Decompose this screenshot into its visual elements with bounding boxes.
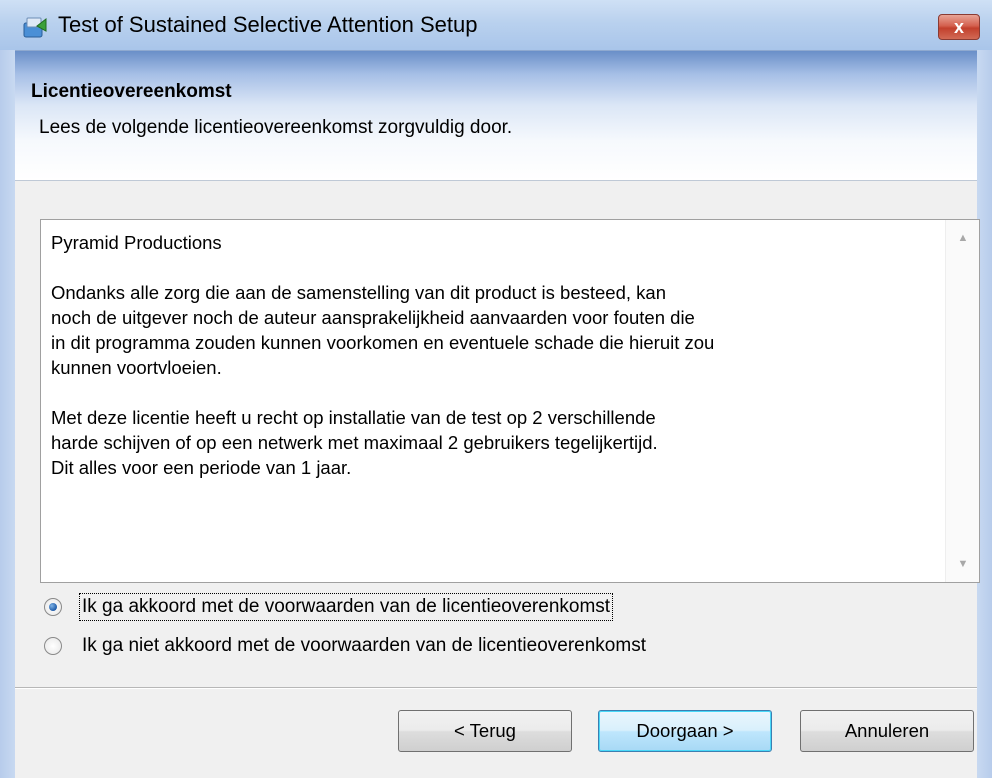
title-bar[interactable]: Test of Sustained Selective Attention Se… xyxy=(0,0,992,51)
close-icon: x xyxy=(953,17,964,37)
license-paragraph: Pyramid Productions xyxy=(51,232,222,253)
license-paragraph: Ondanks alle zorg die aan de samenstelli… xyxy=(51,282,715,378)
accept-label[interactable]: Ik ga akkoord met de voorwaarden van de … xyxy=(78,593,614,621)
window-frame-left xyxy=(0,50,15,778)
license-text: Pyramid Productions Ondanks alle zorg di… xyxy=(51,230,931,505)
header-subtitle: Lees de volgende licentieovereenkomst zo… xyxy=(39,117,513,138)
cancel-button[interactable]: Annuleren xyxy=(800,710,974,752)
scroll-down-arrow-icon[interactable]: ▼ xyxy=(946,558,980,570)
license-scrollbar[interactable]: ▲ ▼ xyxy=(945,220,979,582)
button-separator xyxy=(15,687,977,689)
setup-window: Test of Sustained Selective Attention Se… xyxy=(0,0,992,778)
header-title: Licentieovereenkomst xyxy=(31,81,232,102)
license-text-box[interactable]: Pyramid Productions Ondanks alle zorg di… xyxy=(40,219,980,583)
wizard-header: Licentieovereenkomst Lees de volgende li… xyxy=(15,51,977,181)
setup-installer-icon xyxy=(23,17,47,38)
next-button[interactable]: Doorgaan > xyxy=(598,710,772,752)
close-button[interactable]: x xyxy=(938,14,980,40)
back-button[interactable]: < Terug xyxy=(398,710,572,752)
decline-radio[interactable] xyxy=(44,637,62,655)
accept-radio[interactable] xyxy=(44,598,62,616)
license-paragraph: Met deze licentie heeft u recht op insta… xyxy=(51,407,658,478)
decline-label[interactable]: Ik ga niet akkoord met de voorwaarden va… xyxy=(80,633,648,659)
window-title: Test of Sustained Selective Attention Se… xyxy=(58,12,478,37)
scroll-up-arrow-icon[interactable]: ▲ xyxy=(946,232,980,244)
